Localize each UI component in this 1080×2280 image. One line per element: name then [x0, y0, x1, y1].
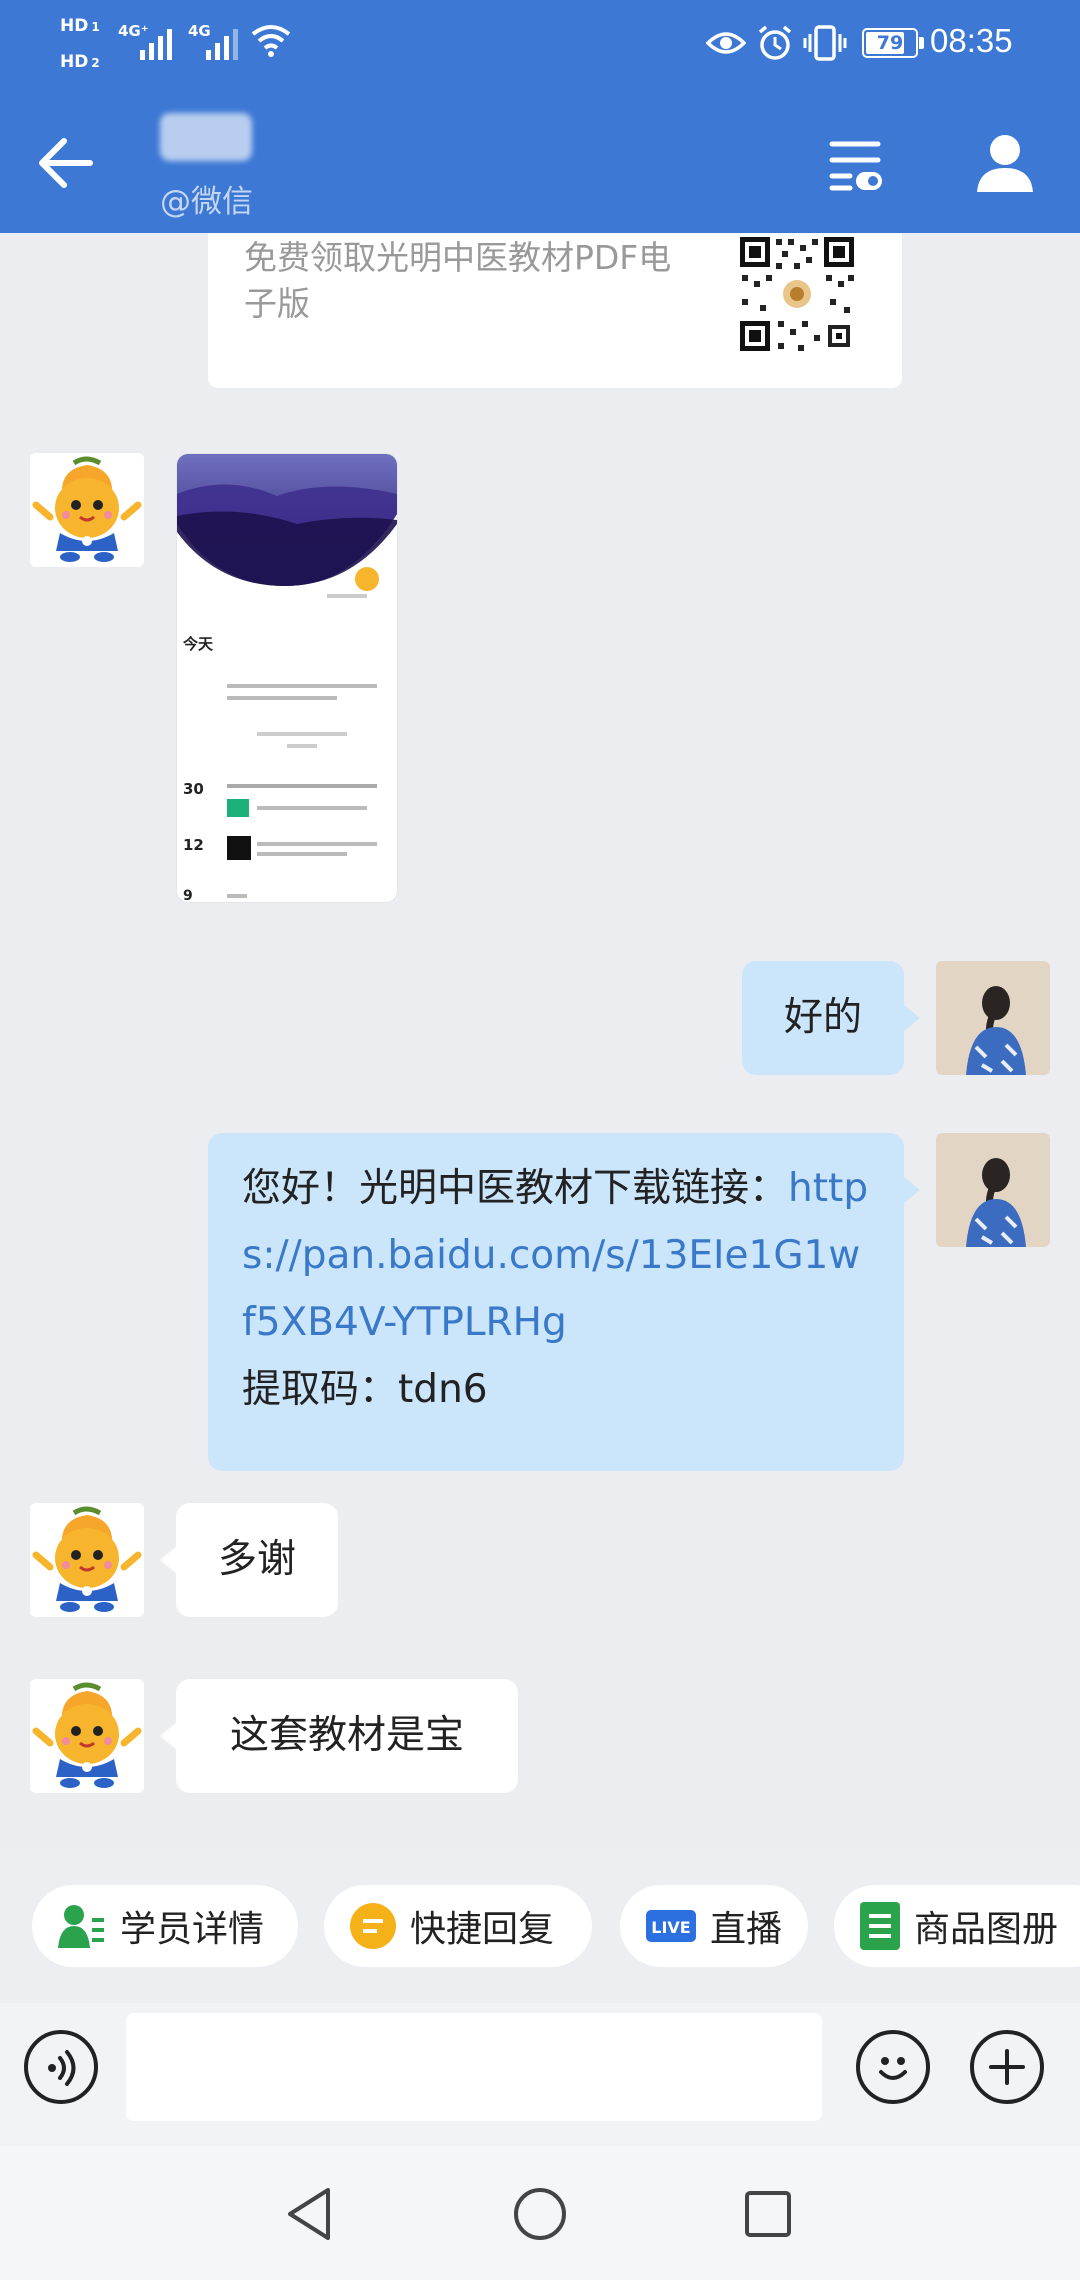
- extraction-code-value: tdn6: [398, 1367, 488, 1412]
- product-album-icon: [860, 1902, 900, 1950]
- outgoing-message-ok[interactable]: 好的: [742, 961, 904, 1075]
- user-photo-icon: [936, 1133, 1050, 1247]
- bubble-tail: [904, 1005, 920, 1031]
- shared-screenshot-image[interactable]: 今天 30 12 9: [176, 453, 398, 903]
- extraction-code-label: 提取码：: [242, 1367, 399, 1412]
- chip-live[interactable]: LIVE 直播: [620, 1885, 808, 1967]
- bubble-tail: [160, 1723, 176, 1749]
- chip-quick-reply[interactable]: 快捷回复: [324, 1885, 592, 1967]
- mascot-avatar-icon: [30, 1679, 144, 1793]
- quick-action-bar[interactable]: 学员详情 快捷回复 LIVE 直播 商品图册: [0, 1855, 1080, 2003]
- chip-product-album[interactable]: 商品图册: [834, 1885, 1080, 1967]
- vibrate-icon: [803, 25, 847, 61]
- nav-home-icon[interactable]: [512, 2186, 568, 2242]
- hd-1-indicator: HD 1: [60, 18, 100, 35]
- system-nav-bar: [0, 2146, 1080, 2280]
- voice-button[interactable]: [24, 2030, 98, 2104]
- my-avatar[interactable]: [936, 1133, 1050, 1247]
- link-message-prefix: 您好！光明中医教材下载链接：: [242, 1166, 789, 1211]
- emoji-button[interactable]: [856, 2030, 930, 2104]
- promo-card[interactable]: 免费领取光明中医教材PDF电子版: [208, 233, 902, 388]
- battery-percent: 79: [876, 32, 904, 54]
- plus-icon: [989, 2049, 1025, 2085]
- user-photo-icon: [936, 961, 1050, 1075]
- chip-student-details[interactable]: 学员详情: [32, 1885, 298, 1967]
- svg-text:LIVE: LIVE: [651, 1918, 690, 1937]
- chip-student-details-label: 学员详情: [120, 1909, 265, 1950]
- mascot-avatar-icon: [30, 1503, 144, 1617]
- emoji-icon: [879, 2057, 907, 2080]
- nav-back-icon[interactable]: [284, 2186, 334, 2242]
- chip-live-label: 直播: [710, 1909, 783, 1950]
- chip-quick-reply-label: 快捷回复: [410, 1909, 555, 1950]
- sender-avatar[interactable]: [30, 1679, 144, 1793]
- alarm-icon: [758, 25, 792, 60]
- signal-icon-1: [140, 22, 172, 60]
- incoming-message-thanks[interactable]: 多谢: [176, 1503, 338, 1617]
- hd-2-label: HD: [60, 52, 89, 72]
- hd-1-label: HD: [60, 16, 89, 36]
- message-input[interactable]: [126, 2013, 822, 2121]
- sender-avatar[interactable]: [30, 453, 144, 567]
- more-button[interactable]: [970, 2030, 1044, 2104]
- student-details-icon: [58, 1905, 104, 1948]
- svg-text:30: 30: [183, 780, 204, 798]
- outgoing-message-link[interactable]: 您好！光明中医教材下载链接：https://pan.baidu.com/s/13…: [208, 1133, 904, 1471]
- screenshot-thumbnail-icon: 今天 30 12 9: [177, 454, 397, 902]
- sender-avatar[interactable]: [30, 1503, 144, 1617]
- my-avatar[interactable]: [936, 961, 1050, 1075]
- quick-reply-icon: [350, 1903, 396, 1949]
- filter-list-icon[interactable]: [828, 136, 884, 192]
- hd-2-indicator: HD 2: [60, 54, 100, 71]
- eye-comfort-icon: [706, 32, 746, 54]
- bubble-tail: [904, 1177, 920, 1203]
- battery-cap: [919, 37, 924, 49]
- app-header: HD 1 HD 2 4G⁺ 4G 79 08:35 @微信: [0, 0, 1080, 233]
- battery-icon: 79: [862, 28, 918, 58]
- hd-1-sub: 1: [91, 20, 100, 34]
- chat-area[interactable]: 免费领取光明中医教材PDF电子版 今天 30 12 9 好的 您好！光明中医教材…: [0, 233, 1080, 1853]
- hd-2-sub: 2: [91, 56, 100, 70]
- voice-icon: [48, 2050, 76, 2086]
- bubble-tail: [160, 1547, 176, 1573]
- back-arrow-icon[interactable]: [36, 135, 96, 191]
- svg-text:今天: 今天: [182, 635, 214, 653]
- wifi-icon: [251, 25, 291, 57]
- mascot-avatar-icon: [30, 453, 144, 567]
- contact-source: @微信: [160, 184, 253, 220]
- svg-text:12: 12: [183, 836, 204, 854]
- nav-recents-icon[interactable]: [744, 2190, 792, 2238]
- status-time: 08:35: [930, 22, 1013, 59]
- promo-card-text: 免费领取光明中医教材PDF电子版: [244, 238, 672, 323]
- chip-product-album-label: 商品图册: [914, 1909, 1059, 1950]
- qr-code-icon: [738, 235, 856, 353]
- incoming-message-treasure[interactable]: 这套教材是宝: [176, 1679, 518, 1793]
- signal-icon-2: [206, 22, 238, 60]
- svg-text:9: 9: [183, 888, 193, 902]
- profile-icon[interactable]: [973, 132, 1037, 194]
- contact-name-redacted: [160, 113, 252, 161]
- live-icon: LIVE: [646, 1910, 696, 1942]
